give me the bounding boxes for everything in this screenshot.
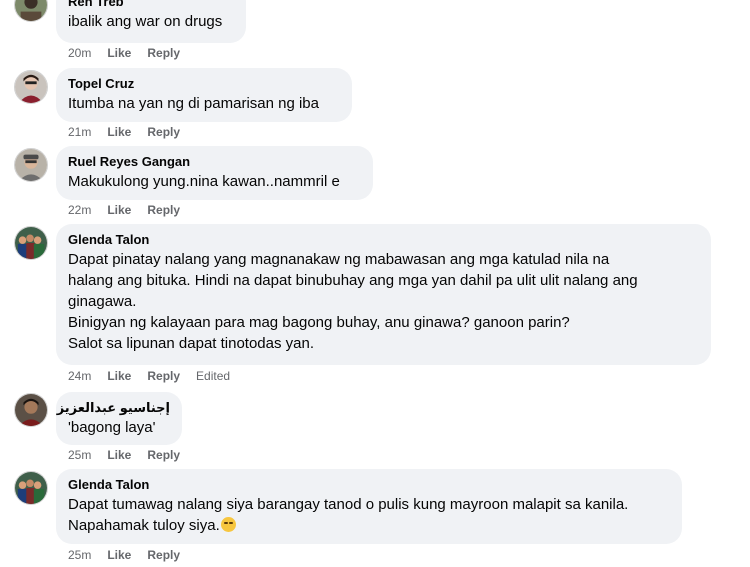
comment-time[interactable]: 24m [68,369,91,383]
profile-photo-icon [15,394,47,426]
reply-button[interactable]: Reply [147,448,180,462]
comment-time[interactable]: 22m [68,203,91,217]
comment-author[interactable]: Ren Treb [68,0,234,10]
pensive-face-icon [220,517,236,532]
comment-line: Itumba na yan ng di pamarisan ng iba [68,95,319,112]
comment-text: ibalik ang war on drugs [68,11,234,32]
comment-author[interactable]: Glenda Talon [68,231,699,248]
reply-button[interactable]: Reply [147,369,180,383]
comment-time[interactable]: 25m [68,548,91,562]
comment-time[interactable]: 25m [68,448,91,462]
avatar[interactable] [14,0,48,22]
comment-meta: 20m Like Reply [68,45,196,61]
comment-author[interactable]: إجناسيو عبدالعزيز [57,399,170,416]
comment-line: ibalik ang war on drugs [68,13,223,30]
profile-photo-icon [15,472,47,504]
avatar[interactable] [14,226,48,260]
comment-time[interactable]: 20m [68,46,91,60]
reply-button[interactable]: Reply [147,548,180,562]
comment-line: Dapat tumawag nalang siya barangay tanod… [68,496,629,513]
avatar[interactable] [14,70,48,104]
comment-time[interactable]: 21m [68,125,91,139]
comment-text: Dapat tumawag nalang siya barangay tanod… [68,494,670,536]
comment-text: 'bagong laya' [68,417,170,438]
comment-bubble: إجناسيو عبدالعزيز 'bagong laya' [56,392,182,445]
comment-meta: 25m Like Reply [68,447,196,463]
reply-button[interactable]: Reply [147,125,180,139]
comment-bubble: Topel Cruz Itumba na yan ng di pamarisan… [56,68,352,122]
comment-meta: 22m Like Reply [68,202,196,218]
comment-meta: 25m Like Reply [68,547,196,563]
comment-text: Itumba na yan ng di pamarisan ng iba [68,93,340,114]
comment-line: Salot sa lipunan dapat tinotodas yan. [68,335,315,352]
comment-line-text: Napahamak tuloy siya. [68,517,220,534]
comment-text: Makukulong yung.nina kawan..nammril e [68,171,361,192]
comment-line: Makukulong yung.nina kawan..nammril e [68,173,340,190]
comment-author[interactable]: Topel Cruz [68,75,340,92]
comment-line: Binigyan ng kalayaan para mag bagong buh… [68,314,570,331]
reply-button[interactable]: Reply [147,203,180,217]
like-button[interactable]: Like [107,448,131,462]
like-button[interactable]: Like [107,203,131,217]
comment-text: Dapat pinatay nalang yang magnanakaw ng … [68,249,699,354]
profile-photo-icon [15,149,47,181]
profile-photo-icon [15,0,47,21]
comment-meta: 24m Like Reply Edited [68,368,246,384]
comment-author[interactable]: Glenda Talon [68,476,670,493]
comment-bubble: Ren Treb ibalik ang war on drugs [56,0,246,43]
comment-line: ginagawa. [68,293,137,310]
reply-button[interactable]: Reply [147,46,180,60]
like-button[interactable]: Like [107,46,131,60]
avatar[interactable] [14,148,48,182]
comment-bubble: Glenda Talon Dapat pinatay nalang yang m… [56,224,711,365]
comment-bubble: Ruel Reyes Gangan Makukulong yung.nina k… [56,146,373,200]
comment-author[interactable]: Ruel Reyes Gangan [68,153,361,170]
edited-label[interactable]: Edited [196,369,230,383]
like-button[interactable]: Like [107,548,131,562]
profile-photo-icon [15,71,47,103]
like-button[interactable]: Like [107,125,131,139]
comment-line: halang ang bituka. Hindi na dapat binubu… [68,272,638,289]
comment-line: Dapat pinatay nalang yang magnanakaw ng … [68,251,610,268]
comment-line: Napahamak tuloy siya. [68,515,670,536]
comment-meta: 21m Like Reply [68,124,196,140]
comment-bubble: Glenda Talon Dapat tumawag nalang siya b… [56,469,682,544]
comment-line: 'bagong laya' [68,419,156,436]
avatar[interactable] [14,471,48,505]
avatar[interactable] [14,393,48,427]
profile-photo-icon [15,227,47,259]
like-button[interactable]: Like [107,369,131,383]
